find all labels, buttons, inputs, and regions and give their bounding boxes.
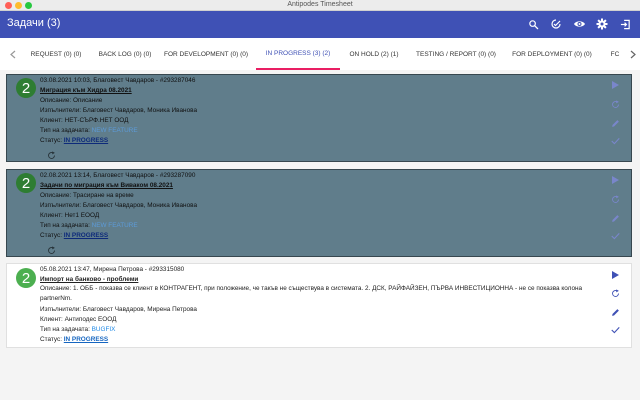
play-icon[interactable] [609, 79, 621, 91]
logout-icon[interactable] [618, 17, 632, 31]
task-status-link[interactable]: IN PROGRESS [64, 137, 108, 144]
task-status: Статус: IN PROGRESS [40, 232, 109, 239]
tabs-scroll-right-icon[interactable] [628, 38, 638, 70]
check-icon[interactable] [609, 324, 621, 336]
task-assignees: Изпълнители: Благовест Чавдаров, Моника … [40, 202, 197, 209]
task-description: Описание: Описание [40, 97, 103, 104]
task-title[interactable]: Задачи по миграция към Виваком 08.2021 [40, 182, 173, 189]
task-card[interactable]: 2 03.08.2021 10:03, Благовест Чавдаров -… [6, 74, 632, 162]
task-header: 02.08.2021 13:14, Благовест Чавдаров - #… [40, 172, 196, 179]
gear-icon[interactable] [595, 17, 609, 31]
refresh-icon[interactable] [609, 287, 621, 299]
tabs-scroll-left-icon[interactable] [8, 38, 18, 70]
task-client: Клиент: Антиподес ЕООД [40, 316, 117, 323]
edit-icon[interactable] [609, 117, 621, 129]
play-icon[interactable] [609, 174, 621, 186]
check-circle-icon[interactable] [549, 17, 563, 31]
tab-on-hold[interactable]: ON HOLD (2) (1) [344, 38, 404, 70]
window-titlebar: Antipodes Timesheet [0, 0, 640, 11]
task-type-value: NEW FEATURE [91, 222, 138, 229]
task-count-badge: 2 [16, 78, 36, 98]
refresh-icon[interactable] [609, 98, 621, 110]
refresh-icon[interactable] [609, 193, 621, 205]
refresh-icon[interactable] [45, 149, 57, 161]
task-status-link[interactable]: IN PROGRESS [64, 336, 108, 343]
task-assignees: Изпълнители: Благовест Чавдаров, Моника … [40, 107, 197, 114]
refresh-icon[interactable] [45, 244, 57, 256]
play-icon[interactable] [609, 269, 621, 281]
search-icon[interactable] [526, 17, 540, 31]
task-header: 03.08.2021 10:03, Благовест Чавдаров - #… [40, 77, 196, 84]
task-title[interactable]: Миграция към Хидра 08.2021 [40, 87, 132, 94]
status-tabs: REQUEST (0) (0) BACK LOG (0) (0) FOR DEV… [0, 38, 640, 70]
task-type-value: BUGFIX [91, 326, 116, 333]
task-type: Тип на задачата: BUGFIX [40, 326, 116, 333]
tab-back-log[interactable]: BACK LOG (0) (0) [92, 38, 158, 70]
task-status: Статус: IN PROGRESS [40, 137, 109, 144]
task-status: Статус: IN PROGRESS [40, 336, 109, 343]
task-assignees: Изпълнители: Благовест Чавдаров, Мирена … [40, 306, 197, 313]
task-status-link[interactable]: IN PROGRESS [64, 232, 108, 239]
tab-in-progress[interactable]: IN PROGRESS (3) (2) [256, 38, 340, 70]
window-title: Antipodes Timesheet [287, 1, 353, 8]
edit-icon[interactable] [609, 212, 621, 224]
task-count-badge: 2 [16, 268, 36, 288]
task-card[interactable]: 2 05.08.2021 13:47, Мирена Петрова - #29… [6, 263, 632, 348]
task-client: Клиент: НЕТ-СЪРФ.НЕТ ООД [40, 117, 129, 124]
app-bar: Задачи (3) [0, 11, 640, 38]
tab-request[interactable]: REQUEST (0) (0) [22, 38, 90, 70]
task-count-badge: 2 [16, 173, 36, 193]
task-description: Описание: Трасиране на време [40, 192, 134, 199]
task-card[interactable]: 2 02.08.2021 13:14, Благовест Чавдаров -… [6, 169, 632, 257]
task-type: Тип на задачата: NEW FEATURE [40, 222, 138, 229]
tab-testing-report[interactable]: TESTING / REPORT (0) (0) [414, 38, 498, 70]
tab-for-development[interactable]: FOR DEVELOPMENT (0) (0) [164, 38, 248, 70]
tab-for-deployment[interactable]: FOR DEPLOYMENT (0) (0) [510, 38, 594, 70]
task-type: Тип на задачата: NEW FEATURE [40, 127, 138, 134]
task-header: 05.08.2021 13:47, Мирена Петрова - #2933… [40, 266, 185, 273]
edit-icon[interactable] [609, 306, 621, 318]
tab-overflow[interactable]: FC [606, 38, 624, 70]
check-icon[interactable] [609, 135, 621, 147]
task-type-value: NEW FEATURE [91, 127, 138, 134]
page-title: Задачи (3) [7, 17, 61, 29]
task-description: Описание: 1. ОББ - показва се клиент в К… [40, 285, 583, 302]
check-icon[interactable] [609, 230, 621, 242]
task-title[interactable]: Импорт на банково - проблеми [40, 276, 138, 283]
task-client: Клиент: Нет1 ЕООД [40, 212, 100, 219]
eye-icon[interactable] [572, 17, 586, 31]
